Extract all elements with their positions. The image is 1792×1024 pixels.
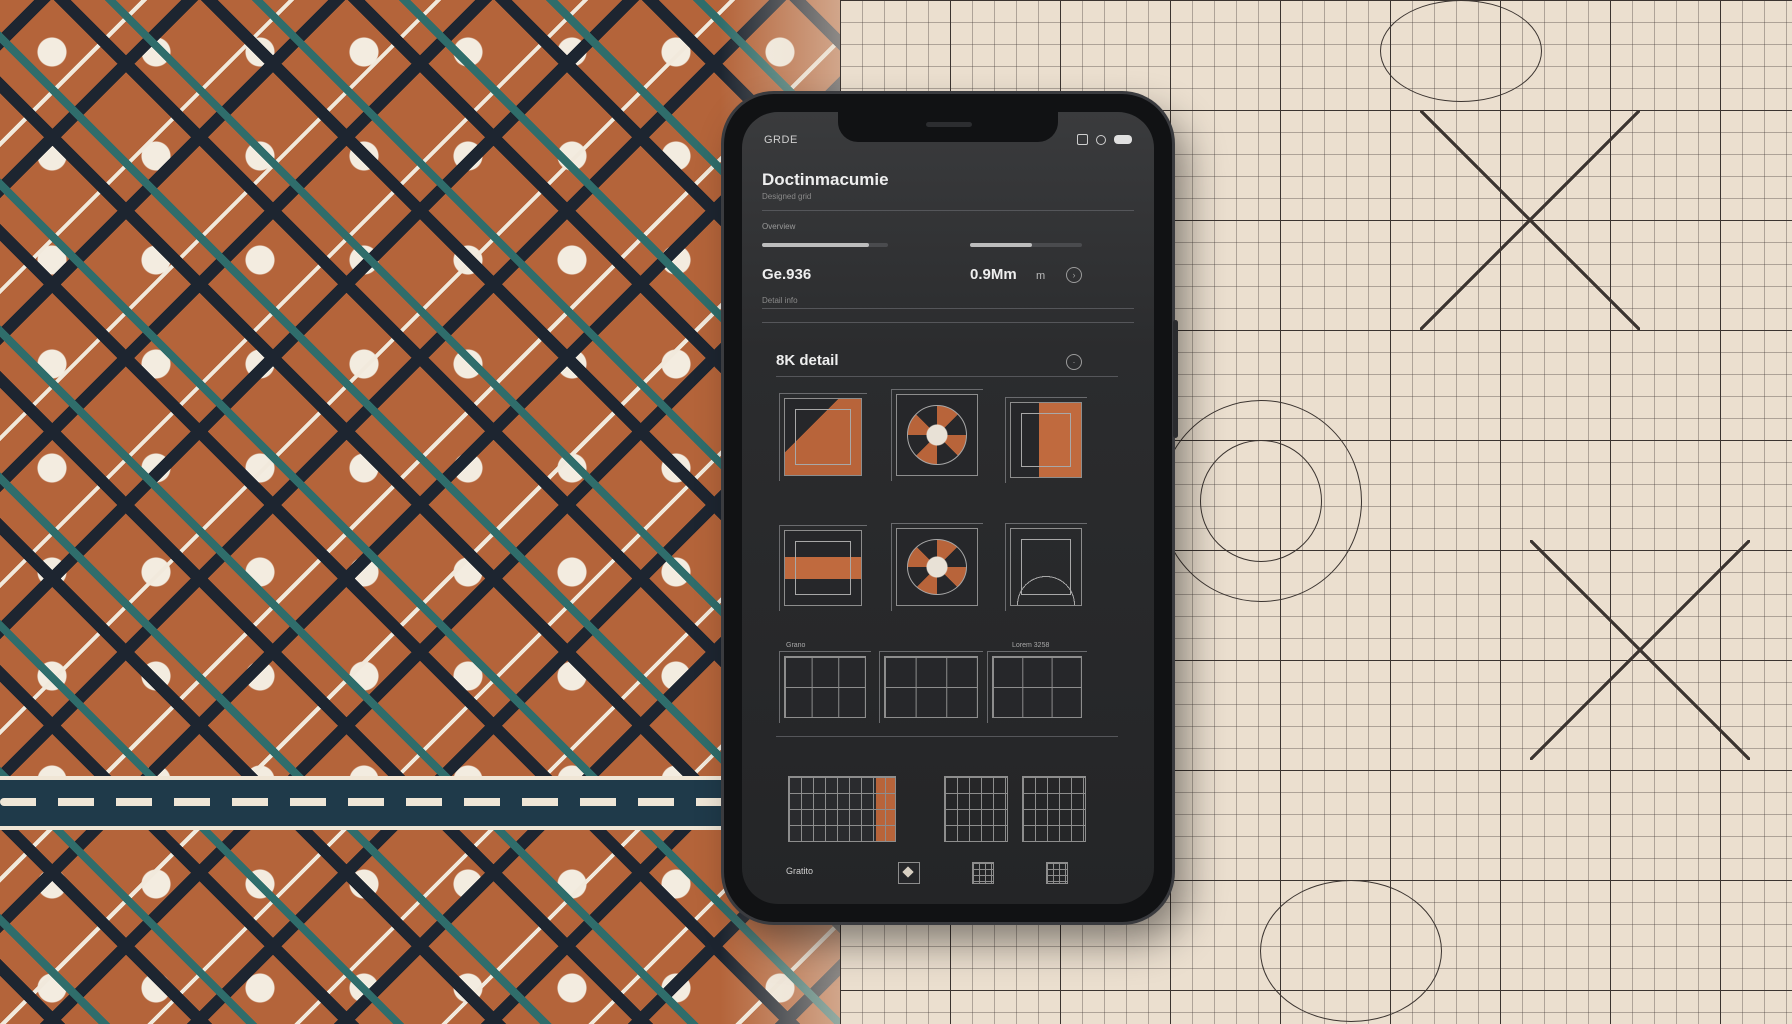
diamond-icon[interactable] [898, 862, 920, 884]
tile-line-grid[interactable] [779, 651, 871, 723]
refresh-icon[interactable]: › [1066, 267, 1082, 283]
left-progress-bar [762, 243, 888, 247]
bottom-nav-label[interactable]: Gratito [786, 866, 813, 876]
bottom-nav: Gratito [776, 860, 1134, 884]
circle-icon [1096, 134, 1106, 145]
grid-icon-2[interactable] [1046, 862, 1068, 884]
phone-screen: GRDE Doctinmacumie Designed grid Overvie… [742, 112, 1154, 904]
tile-plain-grid[interactable] [987, 651, 1087, 723]
tile-wave-grid[interactable] [879, 651, 983, 723]
thumb-label-lorem: Lorem 3258 [1012, 642, 1050, 649]
preview-strip-grid-b[interactable] [1022, 776, 1086, 842]
section-label[interactable]: Overview [762, 222, 795, 231]
phone-device: GRDE Doctinmacumie Designed grid Overvie… [724, 94, 1178, 922]
detail-heading: 8K detail [776, 352, 839, 369]
divider [762, 210, 1134, 211]
page-subtitle: Designed grid [762, 192, 812, 201]
right-stat-value: 0.9Mm [970, 266, 1017, 283]
carrier-label: GRDE [764, 134, 798, 146]
tile-copper-corner[interactable] [779, 393, 867, 481]
preview-strip-grid-a[interactable] [944, 776, 1008, 842]
thumb-label-grano: Grano [786, 642, 806, 649]
right-progress-bar [970, 243, 1082, 247]
right-stat-unit: m [1036, 270, 1046, 282]
grid-icon[interactable] [972, 862, 994, 884]
tile-copper-half[interactable] [1005, 397, 1087, 483]
side-button [1173, 320, 1178, 438]
left-stat-value: Ge.936 [762, 266, 812, 283]
stat-caption: Detail info [762, 296, 798, 305]
background-tile-pattern [0, 0, 840, 1024]
tile-arc-lines[interactable] [1005, 523, 1087, 611]
battery-icon [1114, 135, 1132, 144]
tile-star-medallion[interactable] [891, 389, 983, 481]
status-bar: GRDE [764, 134, 1132, 152]
page-title: Doctinmacumie [762, 170, 889, 189]
tile-copper-bar[interactable] [779, 525, 867, 611]
info-circle-icon[interactable]: · [1066, 354, 1082, 370]
tile-star-medallion-2[interactable] [891, 523, 983, 611]
background-wave-band [0, 776, 840, 830]
square-icon [1077, 134, 1088, 145]
background-diamond-motif [1420, 110, 1640, 330]
preview-strip-copper[interactable] [788, 776, 896, 842]
